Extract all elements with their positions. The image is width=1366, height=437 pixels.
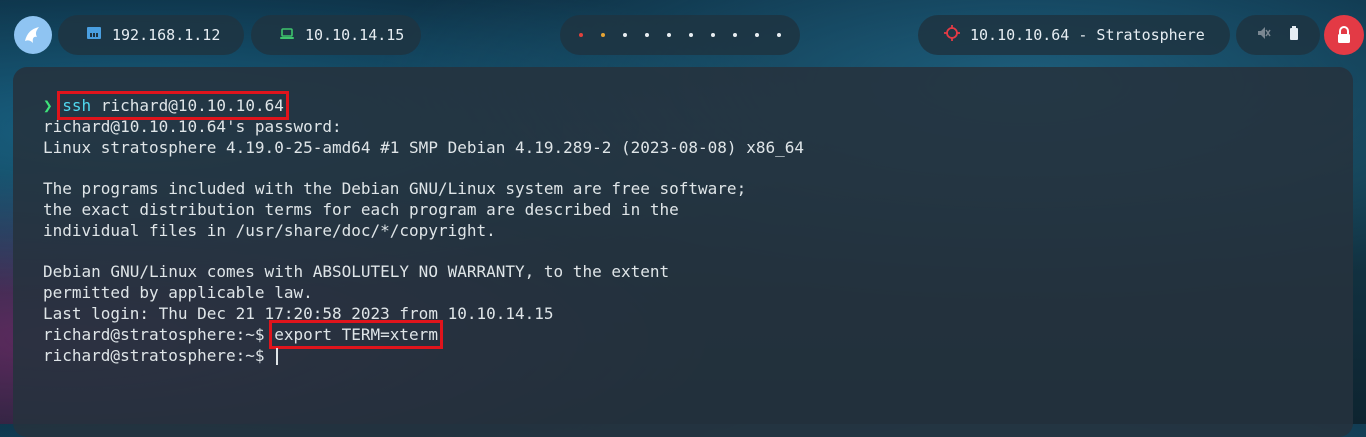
workspace-dot-9[interactable]	[755, 33, 759, 37]
local-ip-widget[interactable]: 192.168.1.12	[58, 15, 244, 55]
battery-icon[interactable]	[1289, 26, 1299, 44]
prompt-arrow-icon: ❯	[43, 96, 53, 115]
output-line-7: Debian GNU/Linux comes with ABSOLUTELY N…	[43, 262, 670, 282]
vpn-ip-widget[interactable]: 10.10.14.15	[251, 15, 421, 55]
output-line-8: permitted by applicable law.	[43, 283, 313, 303]
system-tray[interactable]	[1236, 15, 1320, 55]
muted-speaker-icon[interactable]	[1257, 26, 1271, 44]
terminal-output: ❯ ssh richard@10.10.10.64 richard@10.10.…	[43, 91, 804, 367]
dragon-logo-icon[interactable]	[14, 16, 52, 54]
local-ip-text: 192.168.1.12	[112, 26, 221, 44]
workspace-dot-4[interactable]	[645, 33, 649, 37]
ssh-command-highlight: ssh richard@10.10.10.64	[57, 91, 289, 120]
top-bar: 192.168.1.12 10.10.14.15 10.10.10.64 - S…	[0, 0, 1366, 70]
workspace-dot-1[interactable]	[579, 33, 583, 37]
lock-icon[interactable]	[1324, 15, 1364, 55]
workspace-switcher[interactable]	[560, 15, 800, 55]
export-command-highlight: export TERM=xterm	[269, 319, 443, 349]
dragon-logo-glyph	[25, 27, 39, 43]
workspace-dot-5[interactable]	[667, 33, 671, 37]
target-widget[interactable]: 10.10.10.64 - Stratosphere	[918, 15, 1230, 55]
output-line-5: individual files in /usr/share/doc/*/cop…	[43, 220, 496, 240]
output-line-0: richard@10.10.10.64's password:	[43, 116, 342, 136]
target-text: 10.10.10.64 - Stratosphere	[970, 26, 1205, 44]
laptop-icon	[279, 26, 295, 44]
workspace-dot-3[interactable]	[623, 33, 627, 37]
workspace-dot-7[interactable]	[711, 33, 715, 37]
terminal-line-ssh: ❯ ssh richard@10.10.10.64	[43, 91, 804, 120]
output-line-3: The programs included with the Debian GN…	[43, 179, 747, 199]
shell-prompt-current: richard@stratosphere:~$	[43, 345, 275, 365]
vpn-ip-text: 10.10.14.15	[305, 26, 405, 44]
workspace-dot-6[interactable]	[689, 33, 693, 37]
output-line-9: Last login: Thu Dec 21 17:20:58 2023 fro…	[43, 303, 554, 323]
terminal-line-export: richard@stratosphere:~$ export TERM=xter…	[43, 319, 804, 349]
ethernet-icon	[86, 26, 102, 44]
output-line-6	[43, 242, 804, 263]
ssh-program: ssh	[62, 96, 92, 115]
terminal-line-current[interactable]: richard@stratosphere:~$	[43, 346, 804, 367]
crosshair-icon	[944, 25, 960, 45]
shell-prompt: richard@stratosphere:~$	[43, 324, 275, 344]
terminal-cursor[interactable]	[276, 347, 279, 365]
ssh-args: richard@10.10.10.64	[91, 96, 284, 115]
output-line-4: the exact distribution terms for each pr…	[43, 199, 679, 219]
workspace-dot-8[interactable]	[733, 33, 737, 37]
workspace-dot-2[interactable]	[601, 33, 605, 37]
workspace-dot-10[interactable]	[777, 33, 781, 37]
output-line-1: Linux stratosphere 4.19.0-25-amd64 #1 SM…	[43, 137, 804, 157]
output-line-2	[43, 158, 804, 179]
